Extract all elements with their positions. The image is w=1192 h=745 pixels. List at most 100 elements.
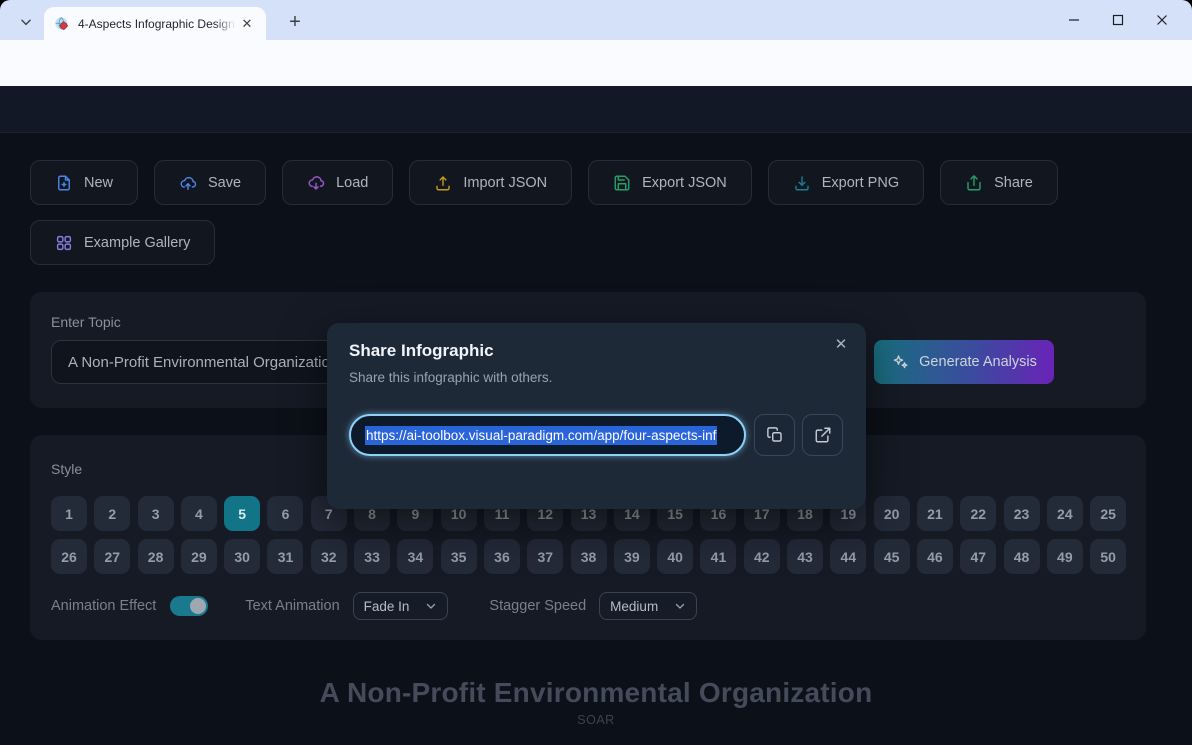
style-number-32[interactable]: 32	[311, 539, 347, 574]
button-label: Export PNG	[822, 175, 899, 191]
style-number-3[interactable]: 3	[138, 496, 174, 531]
style-number-20[interactable]: 20	[874, 496, 910, 531]
share-icon	[965, 174, 983, 192]
style-number-5[interactable]: 5	[224, 496, 260, 531]
style-number-31[interactable]: 31	[267, 539, 303, 574]
close-window-button[interactable]	[1140, 0, 1184, 40]
style-number-40[interactable]: 40	[657, 539, 693, 574]
style-number-43[interactable]: 43	[787, 539, 823, 574]
text-animation-label: Text Animation	[245, 598, 339, 614]
chevron-down-icon	[674, 600, 686, 612]
browser-toolbar: ai-toolbox.visual-paradigm.com/app/four-…	[0, 40, 1192, 86]
style-number-24[interactable]: 24	[1047, 496, 1083, 531]
button-label: New	[84, 175, 113, 191]
style-number-27[interactable]: 27	[94, 539, 130, 574]
style-number-29[interactable]: 29	[181, 539, 217, 574]
cloud-download-icon	[307, 174, 325, 192]
style-number-44[interactable]: 44	[830, 539, 866, 574]
tab-strip: 4-Aspects Infographic Designer ✕ +	[0, 0, 1192, 40]
import-json-button[interactable]: Import JSON	[409, 160, 572, 205]
style-number-41[interactable]: 41	[700, 539, 736, 574]
style-number-37[interactable]: 37	[527, 539, 563, 574]
infographic-title: A Non-Profit Environmental Organization	[0, 677, 1192, 709]
style-number-49[interactable]: 49	[1047, 539, 1083, 574]
floppy-icon	[613, 174, 631, 192]
style-number-33[interactable]: 33	[354, 539, 390, 574]
style-number-42[interactable]: 42	[744, 539, 780, 574]
example-gallery-button[interactable]: Example Gallery	[30, 220, 215, 265]
style-number-30[interactable]: 30	[224, 539, 260, 574]
style-number-28[interactable]: 28	[138, 539, 174, 574]
tab-search-button[interactable]	[12, 8, 40, 36]
copy-icon	[766, 426, 784, 444]
tab-title: 4-Aspects Infographic Designer	[78, 17, 236, 31]
upload-icon	[434, 174, 452, 192]
stagger-speed-select[interactable]: Medium	[599, 592, 697, 620]
style-number-22[interactable]: 22	[960, 496, 996, 531]
style-number-23[interactable]: 23	[1004, 496, 1040, 531]
style-number-2[interactable]: 2	[94, 496, 130, 531]
copy-url-button[interactable]	[754, 414, 795, 456]
style-label: Style	[51, 461, 82, 477]
text-animation-value: Fade In	[364, 599, 410, 614]
save-button[interactable]: Save	[154, 160, 266, 205]
style-number-50[interactable]: 50	[1090, 539, 1126, 574]
style-number-34[interactable]: 34	[397, 539, 433, 574]
tab-title-fade	[214, 17, 236, 31]
open-in-new-tab-button[interactable]	[802, 414, 843, 456]
new-button[interactable]: New	[30, 160, 138, 205]
style-number-47[interactable]: 47	[960, 539, 996, 574]
export-json-button[interactable]: Export JSON	[588, 160, 752, 205]
button-label: Load	[336, 175, 368, 191]
style-number-6[interactable]: 6	[267, 496, 303, 531]
style-number-48[interactable]: 48	[1004, 539, 1040, 574]
window-controls	[1052, 0, 1184, 40]
style-number-35[interactable]: 35	[441, 539, 477, 574]
style-number-45[interactable]: 45	[874, 539, 910, 574]
button-label: Import JSON	[463, 175, 547, 191]
download-icon	[793, 174, 811, 192]
example-gallery-label: Example Gallery	[84, 235, 190, 251]
share-url-selected-text: https://ai-toolbox.visual-paradigm.com/a…	[365, 426, 717, 445]
doc-plus-icon	[55, 174, 73, 192]
sparkles-icon	[891, 353, 909, 371]
browser-window: 4-Aspects Infographic Designer ✕ +	[0, 0, 1192, 745]
browser-tab[interactable]: 4-Aspects Infographic Designer ✕	[44, 7, 266, 40]
close-icon[interactable]: ✕	[830, 333, 852, 355]
tab-close-icon[interactable]: ✕	[238, 15, 256, 33]
chevron-down-icon	[425, 600, 437, 612]
stagger-speed-value: Medium	[610, 599, 658, 614]
generate-analysis-button[interactable]: Generate Analysis	[874, 340, 1054, 384]
grid-icon	[55, 234, 73, 252]
style-number-1[interactable]: 1	[51, 496, 87, 531]
animation-effect-toggle[interactable]	[170, 596, 208, 616]
text-animation-select[interactable]: Fade In	[353, 592, 449, 620]
export-png-button[interactable]: Export PNG	[768, 160, 924, 205]
style-number-36[interactable]: 36	[484, 539, 520, 574]
app-toolbar-row-2: Example Gallery	[30, 220, 215, 265]
cloud-upload-icon	[179, 174, 197, 192]
share-url-input[interactable]: https://ai-toolbox.visual-paradigm.com/a…	[349, 414, 746, 456]
load-button[interactable]: Load	[282, 160, 393, 205]
generate-analysis-label: Generate Analysis	[919, 354, 1037, 370]
app-header: Four-Aspects Infographic Designer Powere…	[0, 86, 1192, 133]
style-number-26[interactable]: 26	[51, 539, 87, 574]
style-number-4[interactable]: 4	[181, 496, 217, 531]
style-number-46[interactable]: 46	[917, 539, 953, 574]
chevron-down-icon	[19, 15, 33, 29]
style-number-25[interactable]: 25	[1090, 496, 1126, 531]
animation-effect-label: Animation Effect	[51, 598, 156, 614]
share-button[interactable]: Share	[940, 160, 1058, 205]
style-number-38[interactable]: 38	[571, 539, 607, 574]
new-tab-button[interactable]: +	[282, 9, 308, 35]
maximize-button[interactable]	[1096, 0, 1140, 40]
toggle-knob	[190, 598, 206, 614]
share-modal-title: Share Infographic	[349, 341, 494, 361]
button-label: Export JSON	[642, 175, 727, 191]
share-modal: Share Infographic Share this infographic…	[327, 323, 866, 509]
tab-favicon-icon	[54, 16, 70, 32]
style-number-21[interactable]: 21	[917, 496, 953, 531]
app-toolbar-row: New Save Load Import JSON Export JSON Export …	[30, 160, 1058, 205]
minimize-button[interactable]	[1052, 0, 1096, 40]
style-number-39[interactable]: 39	[614, 539, 650, 574]
